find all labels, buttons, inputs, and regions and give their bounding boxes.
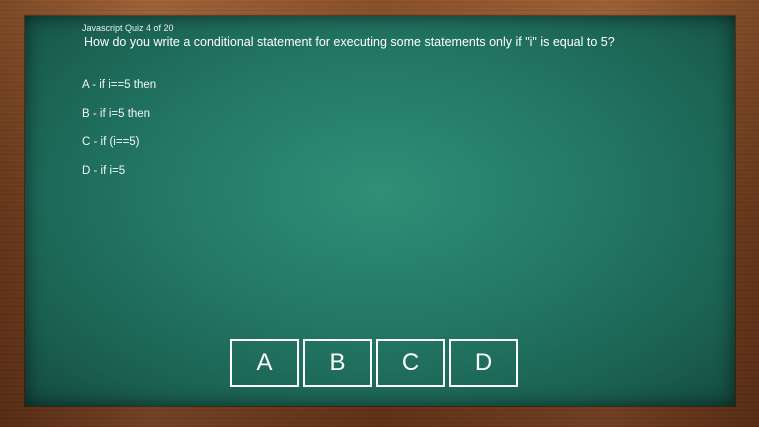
option-d: D - if i=5 [82, 164, 126, 177]
options-list: A - if i==5 then B - if i=5 then C - if … [82, 77, 156, 191]
option-c: C - if (i==5) [82, 136, 140, 148]
option-a: A - if i==5 then [82, 79, 157, 91]
question-text: How do you write a conditional statement… [84, 35, 615, 49]
option-b: B - if i=5 then [82, 107, 151, 120]
answer-b-button[interactable]: B [303, 339, 372, 387]
answer-c-button[interactable]: C [376, 339, 445, 387]
answer-d-button[interactable]: D [449, 339, 518, 387]
answer-a-button[interactable]: A [230, 339, 299, 387]
quiz-progress-title: Javascript Quiz 4 of 20 [82, 23, 174, 33]
answer-buttons: A B C D [230, 339, 518, 387]
